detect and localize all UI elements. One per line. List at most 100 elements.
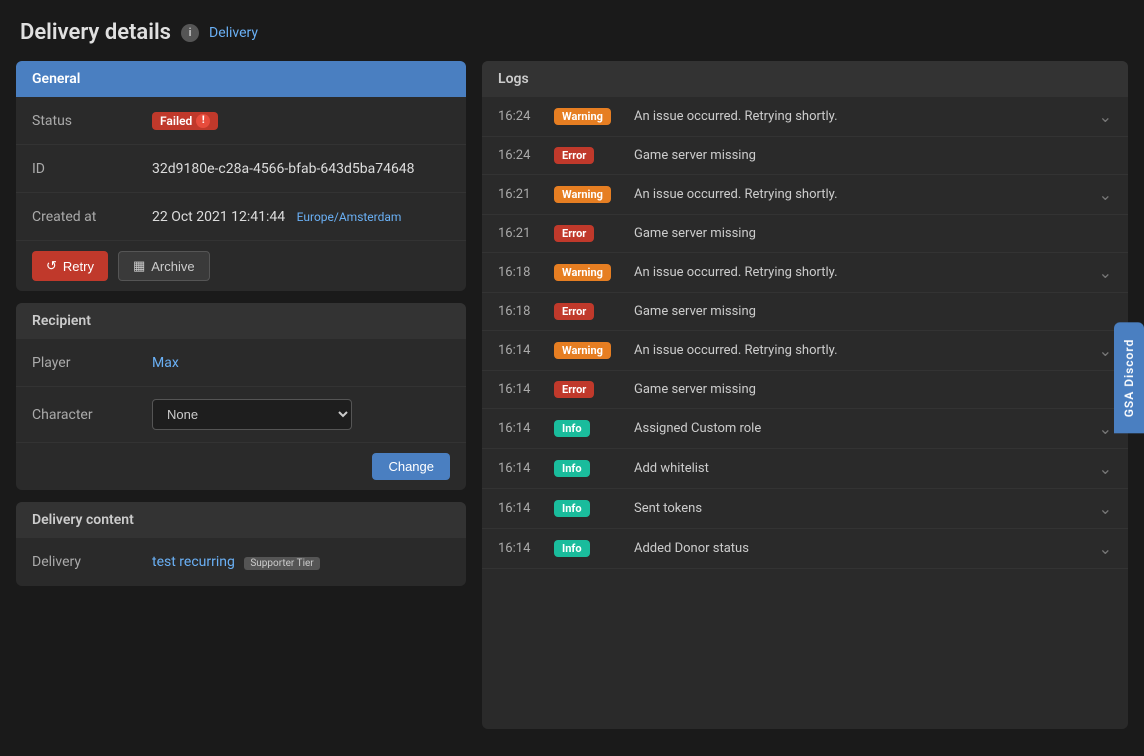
- log-time: 16:14: [498, 343, 538, 358]
- log-time: 16:14: [498, 421, 538, 436]
- created-at-value: 22 Oct 2021 12:41:44 Europe/Amsterdam: [152, 209, 450, 225]
- log-level-badge: Info: [554, 420, 590, 437]
- log-level-badge: Error: [554, 381, 594, 398]
- page-title: Delivery details i Delivery: [0, 0, 1144, 61]
- log-message: Sent tokens: [634, 501, 1083, 516]
- log-time: 16:14: [498, 382, 538, 397]
- log-time: 16:14: [498, 501, 538, 516]
- delivery-row: Delivery test recurring Supporter Tier: [16, 538, 466, 586]
- log-row[interactable]: 16:14 Info Added Donor status ⌄: [482, 529, 1128, 569]
- log-level-badge: Info: [554, 460, 590, 477]
- player-link[interactable]: Max: [152, 355, 179, 371]
- status-label: Status: [32, 113, 152, 129]
- chevron-down-icon: ⌄: [1099, 107, 1112, 126]
- log-row[interactable]: 16:14 Info Assigned Custom role ⌄: [482, 409, 1128, 449]
- log-message: Game server missing: [634, 382, 1112, 397]
- status-value: Failed !: [152, 112, 450, 130]
- action-buttons: ↺ Retry ▦ Archive: [16, 241, 466, 291]
- log-row[interactable]: 16:24 Error Game server missing: [482, 137, 1128, 175]
- timezone-link[interactable]: Europe/Amsterdam: [297, 210, 402, 224]
- log-badge: Warning: [554, 108, 618, 125]
- log-message: Game server missing: [634, 226, 1112, 241]
- change-button[interactable]: Change: [372, 453, 450, 480]
- supporter-badge: Supporter Tier: [244, 557, 319, 570]
- status-row: Status Failed !: [16, 97, 466, 145]
- log-level-badge: Info: [554, 500, 590, 517]
- recipient-header: Recipient: [16, 303, 466, 339]
- log-level-badge: Warning: [554, 264, 611, 281]
- archive-label: Archive: [151, 259, 194, 274]
- info-icon[interactable]: i: [181, 24, 199, 42]
- right-panel: Logs 16:24 Warning An issue occurred. Re…: [482, 61, 1128, 729]
- character-value: None: [152, 399, 450, 430]
- chevron-down-icon: ⌄: [1099, 185, 1112, 204]
- log-level-badge: Error: [554, 147, 594, 164]
- log-level-badge: Error: [554, 303, 594, 320]
- archive-button[interactable]: ▦ Archive: [118, 251, 210, 281]
- general-header: General: [16, 61, 466, 97]
- log-badge: Warning: [554, 264, 618, 281]
- breadcrumb-link[interactable]: Delivery: [209, 25, 258, 41]
- character-row: Character None: [16, 387, 466, 443]
- chevron-down-icon: ⌄: [1099, 499, 1112, 518]
- log-row[interactable]: 16:18 Error Game server missing: [482, 293, 1128, 331]
- character-select[interactable]: None: [152, 399, 352, 430]
- player-row: Player Max: [16, 339, 466, 387]
- character-actions: Change: [16, 443, 466, 490]
- log-level-badge: Warning: [554, 108, 611, 125]
- log-message: Add whitelist: [634, 461, 1083, 476]
- log-message: Game server missing: [634, 148, 1112, 163]
- log-badge: Info: [554, 420, 618, 437]
- log-badge: Warning: [554, 342, 618, 359]
- log-row[interactable]: 16:14 Info Add whitelist ⌄: [482, 449, 1128, 489]
- player-value: Max: [152, 355, 450, 371]
- player-label: Player: [32, 355, 152, 371]
- chevron-down-icon: ⌄: [1099, 539, 1112, 558]
- log-row[interactable]: 16:21 Error Game server missing: [482, 215, 1128, 253]
- log-badge: Warning: [554, 186, 618, 203]
- log-message: Assigned Custom role: [634, 421, 1083, 436]
- id-row: ID 32d9180e-c28a-4566-bfab-643d5ba74648: [16, 145, 466, 193]
- log-time: 16:21: [498, 187, 538, 202]
- character-label: Character: [32, 407, 152, 423]
- title-text: Delivery details: [20, 20, 171, 45]
- status-badge: Failed !: [152, 112, 218, 130]
- id-label: ID: [32, 161, 152, 177]
- created-at-datetime: 22 Oct 2021 12:41:44: [152, 209, 285, 225]
- log-row[interactable]: 16:24 Warning An issue occurred. Retryin…: [482, 97, 1128, 137]
- log-row[interactable]: 16:21 Warning An issue occurred. Retryin…: [482, 175, 1128, 215]
- log-message: An issue occurred. Retrying shortly.: [634, 265, 1083, 280]
- log-time: 16:24: [498, 148, 538, 163]
- id-value: 32d9180e-c28a-4566-bfab-643d5ba74648: [152, 161, 450, 177]
- log-badge: Error: [554, 303, 618, 320]
- retry-button[interactable]: ↺ Retry: [32, 251, 108, 281]
- log-time: 16:14: [498, 541, 538, 556]
- log-badge: Info: [554, 500, 618, 517]
- delivery-content-header: Delivery content: [16, 502, 466, 538]
- log-row[interactable]: 16:18 Warning An issue occurred. Retryin…: [482, 253, 1128, 293]
- delivery-content-card: Delivery content Delivery test recurring…: [16, 502, 466, 586]
- chevron-down-icon: ⌄: [1099, 263, 1112, 282]
- log-message: An issue occurred. Retrying shortly.: [634, 109, 1083, 124]
- gsa-discord-button[interactable]: GSA Discord: [1114, 323, 1144, 434]
- log-level-badge: Error: [554, 225, 594, 242]
- log-time: 16:24: [498, 109, 538, 124]
- log-row[interactable]: 16:14 Warning An issue occurred. Retryin…: [482, 331, 1128, 371]
- log-badge: Error: [554, 225, 618, 242]
- log-row[interactable]: 16:14 Info Sent tokens ⌄: [482, 489, 1128, 529]
- archive-icon: ▦: [133, 258, 145, 274]
- created-at-row: Created at 22 Oct 2021 12:41:44 Europe/A…: [16, 193, 466, 241]
- delivery-value: test recurring Supporter Tier: [152, 554, 450, 570]
- retry-label: Retry: [63, 259, 94, 274]
- general-card: General Status Failed ! ID 32d9180e-c28a…: [16, 61, 466, 291]
- logs-card: Logs 16:24 Warning An issue occurred. Re…: [482, 61, 1128, 729]
- log-time: 16:18: [498, 304, 538, 319]
- chevron-down-icon: ⌄: [1099, 459, 1112, 478]
- log-message: An issue occurred. Retrying shortly.: [634, 343, 1083, 358]
- logs-header: Logs: [482, 61, 1128, 97]
- left-panel: General Status Failed ! ID 32d9180e-c28a…: [16, 61, 466, 729]
- log-row[interactable]: 16:14 Error Game server missing: [482, 371, 1128, 409]
- delivery-link[interactable]: test recurring: [152, 554, 235, 570]
- recipient-card: Recipient Player Max Character None Chan…: [16, 303, 466, 490]
- log-level-badge: Warning: [554, 342, 611, 359]
